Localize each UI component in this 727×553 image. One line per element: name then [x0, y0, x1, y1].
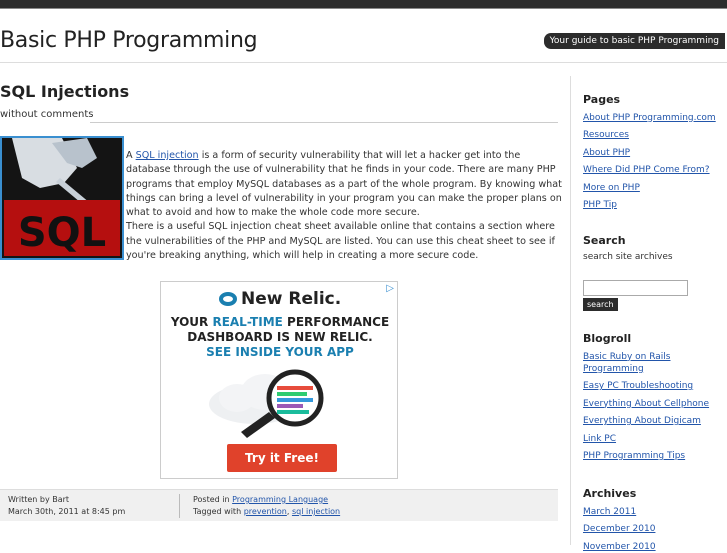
post-paragraph-2: There is a useful SQL injection cheat sh…	[126, 221, 555, 262]
post-category-line: Posted in Programming Language	[193, 494, 340, 506]
list-item: Everything About Cellphone	[583, 398, 723, 410]
page-link[interactable]: Resources	[583, 130, 629, 140]
blogroll-link[interactable]: PHP Programming Tips	[583, 451, 685, 461]
archive-link[interactable]: March 2011	[583, 507, 636, 517]
header-divider	[0, 62, 727, 63]
list-item: Link PC	[583, 433, 723, 445]
comments-divider	[90, 122, 558, 123]
post-paragraph-1: A SQL injection is a form of security vu…	[126, 149, 562, 220]
sql-injection-image: SQL	[0, 136, 124, 260]
archive-link[interactable]: December 2010	[583, 524, 655, 534]
tag-link-sql-injection[interactable]: sql injection	[292, 507, 340, 516]
new-relic-logo-icon	[219, 292, 237, 306]
ad-line1-b: PERFORMANCE	[282, 315, 390, 329]
pages-heading: Pages	[583, 93, 621, 106]
sidebar-archives: Archives March 2011 December 2010 Novemb…	[583, 487, 723, 553]
tagged-label: Tagged with	[193, 507, 244, 516]
footer-divider	[179, 494, 180, 518]
page-link[interactable]: Where Did PHP Come From?	[583, 165, 710, 175]
blogroll-link[interactable]: Link PC	[583, 434, 616, 444]
blogroll-link[interactable]: Everything About Digicam	[583, 416, 701, 426]
sql-image-text: SQL	[18, 210, 106, 256]
ad-logo: New Relic.	[219, 289, 341, 309]
ad-line1-highlight: REAL-TIME	[212, 315, 283, 329]
ad-headline-2: DASHBOARD IS NEW RELIC.	[187, 330, 373, 344]
sidebar-divider	[570, 76, 571, 545]
list-item: November 2010	[583, 541, 723, 553]
sql-injection-link[interactable]: SQL injection	[136, 150, 199, 161]
list-item: About PHP Programming.com	[583, 112, 723, 124]
page-link[interactable]: About PHP Programming.com	[583, 113, 716, 123]
list-item: Easy PC Troubleshooting	[583, 380, 723, 392]
new-relic-ad[interactable]: ▷ New Relic. YOUR REAL-TIME PERFORMANCE …	[160, 281, 398, 479]
ad-line1-a: YOUR	[170, 315, 213, 329]
search-note: search site archives	[583, 252, 673, 262]
ad-headline-3: SEE INSIDE YOUR APP	[206, 345, 354, 359]
post-meta-footer: Written by Bart March 30th, 2011 at 8:45…	[0, 489, 558, 521]
blogroll-link[interactable]: Basic Ruby on Rails Programming	[583, 352, 670, 374]
sidebar-pages: Pages About PHP Programming.com Resource…	[583, 93, 723, 211]
posted-in-label: Posted in	[193, 495, 233, 504]
post-meta-right: Posted in Programming Language Tagged wi…	[193, 494, 340, 518]
list-item: Resources	[583, 129, 723, 141]
search-button[interactable]: search	[583, 298, 618, 311]
search-input[interactable]	[583, 280, 688, 296]
blogroll-heading: Blogroll	[583, 332, 632, 345]
archives-list: March 2011 December 2010 November 2010	[583, 506, 723, 553]
post-title[interactable]: SQL Injections	[0, 82, 129, 101]
post-author: Written by Bart	[8, 495, 70, 504]
archives-heading: Archives	[583, 487, 637, 500]
sql-image-graphic: SQL	[2, 138, 122, 258]
page-link[interactable]: PHP Tip	[583, 200, 617, 210]
top-bar	[0, 0, 727, 9]
list-item: About PHP	[583, 147, 723, 159]
site-title[interactable]: Basic PHP Programming	[0, 28, 258, 53]
ad-logo-text: New Relic.	[241, 289, 342, 309]
blogroll-list: Basic Ruby on Rails Programming Easy PC …	[583, 351, 723, 463]
post-tags-line: Tagged with prevention, sql injection	[193, 506, 340, 518]
list-item: March 2011	[583, 506, 723, 518]
post-meta-left: Written by Bart March 30th, 2011 at 8:45…	[8, 494, 125, 518]
tagline-badge: Your guide to basic PHP Programming	[543, 33, 725, 49]
sidebar-search: Search search site archives	[583, 234, 723, 262]
list-item: PHP Programming Tips	[583, 450, 723, 462]
list-item: Everything About Digicam	[583, 415, 723, 427]
list-item: More on PHP	[583, 182, 723, 194]
adchoices-icon[interactable]: ▷	[386, 283, 394, 294]
blogroll-link[interactable]: Everything About Cellphone	[583, 399, 709, 409]
archive-link[interactable]: November 2010	[583, 542, 656, 552]
try-it-free-button[interactable]: Try it Free!	[227, 444, 337, 472]
comments-count: without comments	[0, 109, 94, 120]
list-item: Where Did PHP Come From?	[583, 164, 723, 176]
sidebar-blogroll: Blogroll Basic Ruby on Rails Programming…	[583, 332, 723, 462]
blogroll-link[interactable]: Easy PC Troubleshooting	[583, 381, 693, 391]
page-link[interactable]: More on PHP	[583, 183, 640, 193]
ad-headline-1: YOUR REAL-TIME PERFORMANCE	[161, 315, 399, 329]
post-date: March 30th, 2011 at 8:45 pm	[8, 507, 126, 516]
post-content: A SQL injection is a form of security vu…	[126, 149, 562, 263]
tag-link-prevention[interactable]: prevention	[244, 507, 287, 516]
list-item: Basic Ruby on Rails Programming	[583, 351, 683, 375]
pages-list: About PHP Programming.com Resources Abou…	[583, 112, 723, 212]
magnifier-dashboard-icon	[209, 369, 324, 438]
page-link[interactable]: About PHP	[583, 148, 630, 158]
search-heading: Search	[583, 234, 626, 247]
category-link[interactable]: Programming Language	[232, 495, 328, 504]
list-item: December 2010	[583, 523, 723, 535]
list-item: PHP Tip	[583, 199, 723, 211]
para1-prefix: A	[126, 150, 136, 161]
